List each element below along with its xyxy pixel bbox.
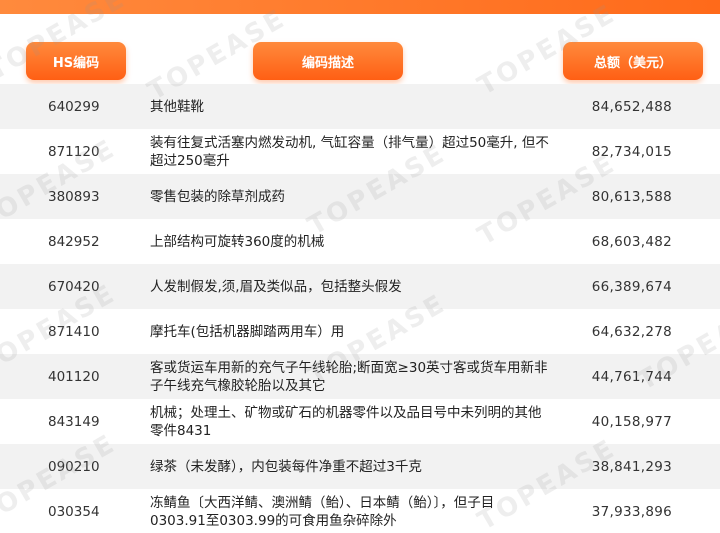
hs-code-cell: 090210 — [48, 458, 100, 475]
description-cell: 绿茶（未发酵），内包装每件净重不超过3千克 — [150, 458, 422, 475]
table-row: 871120 装有往复式活塞内燃发动机, 气缸容量（排气量）超过50毫升, 但不… — [0, 129, 720, 174]
total-cell: 44,761,744 — [591, 368, 672, 385]
description-cell: 其他鞋靴 — [150, 98, 204, 115]
column-header-description[interactable]: 编码描述 — [253, 42, 403, 80]
description-cell: 零售包装的除草剂成药 — [150, 188, 285, 205]
table-row: 401120 客或货运车用新的充气子午线轮胎;断面宽≥30英寸客或货车用新非子午… — [0, 354, 720, 399]
table-row: 030354 冻鲭鱼〔大西洋鲭、澳洲鲭（鲐）、日本鲭（鲐）〕，但子目0303.9… — [0, 489, 720, 533]
description-cell: 上部结构可旋转360度的机械 — [150, 233, 325, 250]
total-cell: 82,734,015 — [591, 143, 672, 160]
table-row: 090210 绿茶（未发酵），内包装每件净重不超过3千克 38,841,293 — [0, 444, 720, 489]
table-row: 843149 机械；处理土、矿物或矿石的机器零件以及品目号中未列明的其他零件84… — [0, 399, 720, 444]
description-cell: 客或货运车用新的充气子午线轮胎;断面宽≥30英寸客或货车用新非子午线充气橡胶轮胎… — [150, 359, 548, 394]
description-cell: 冻鲭鱼〔大西洋鲭、澳洲鲭（鲐）、日本鲭（鲐）〕，但子目0303.91至0303.… — [150, 494, 495, 529]
table-row: 670420 人发制假发,须,眉及类似品，包括整头假发 66,389,674 — [0, 264, 720, 309]
total-cell: 38,841,293 — [591, 458, 672, 475]
description-cell: 人发制假发,须,眉及类似品，包括整头假发 — [150, 278, 402, 295]
description-cell: 装有往复式活塞内燃发动机, 气缸容量（排气量）超过50毫升, 但不超过250毫升 — [150, 134, 549, 169]
total-cell: 37,933,896 — [591, 503, 672, 520]
table-row: 640299 其他鞋靴 84,652,488 — [0, 84, 720, 129]
column-header-hs-code[interactable]: HS编码 — [26, 42, 126, 80]
total-cell: 84,652,488 — [591, 98, 672, 115]
hs-code-cell: 030354 — [48, 503, 100, 520]
hs-code-cell: 871410 — [48, 323, 100, 340]
hs-code-cell: 401120 — [48, 368, 100, 385]
total-cell: 80,613,588 — [591, 188, 672, 205]
total-cell: 68,603,482 — [591, 233, 672, 250]
total-cell: 66,389,674 — [591, 278, 672, 295]
table-row: 842952 上部结构可旋转360度的机械 68,603,482 — [0, 219, 720, 264]
table-body: 640299 其他鞋靴 84,652,488 871120 装有往复式活塞内燃发… — [0, 84, 720, 533]
total-cell: 64,632,278 — [591, 323, 672, 340]
hs-code-cell: 640299 — [48, 98, 100, 115]
hs-code-cell: 843149 — [48, 413, 100, 430]
column-header-total[interactable]: 总额（美元） — [563, 42, 703, 80]
hs-code-cell: 670420 — [48, 278, 100, 295]
hs-code-cell: 842952 — [48, 233, 100, 250]
total-cell: 40,158,977 — [591, 413, 672, 430]
description-cell: 摩托车(包括机器脚踏两用车）用 — [150, 323, 345, 340]
hs-code-cell: 871120 — [48, 143, 100, 160]
table-header: HS编码 编码描述 总额（美元） — [0, 14, 720, 86]
table-row: 871410 摩托车(包括机器脚踏两用车）用 64,632,278 — [0, 309, 720, 354]
hs-code-cell: 380893 — [48, 188, 100, 205]
top-accent-bar — [0, 0, 720, 14]
table-row: 380893 零售包装的除草剂成药 80,613,588 — [0, 174, 720, 219]
description-cell: 机械；处理土、矿物或矿石的机器零件以及品目号中未列明的其他零件8431 — [150, 404, 542, 439]
